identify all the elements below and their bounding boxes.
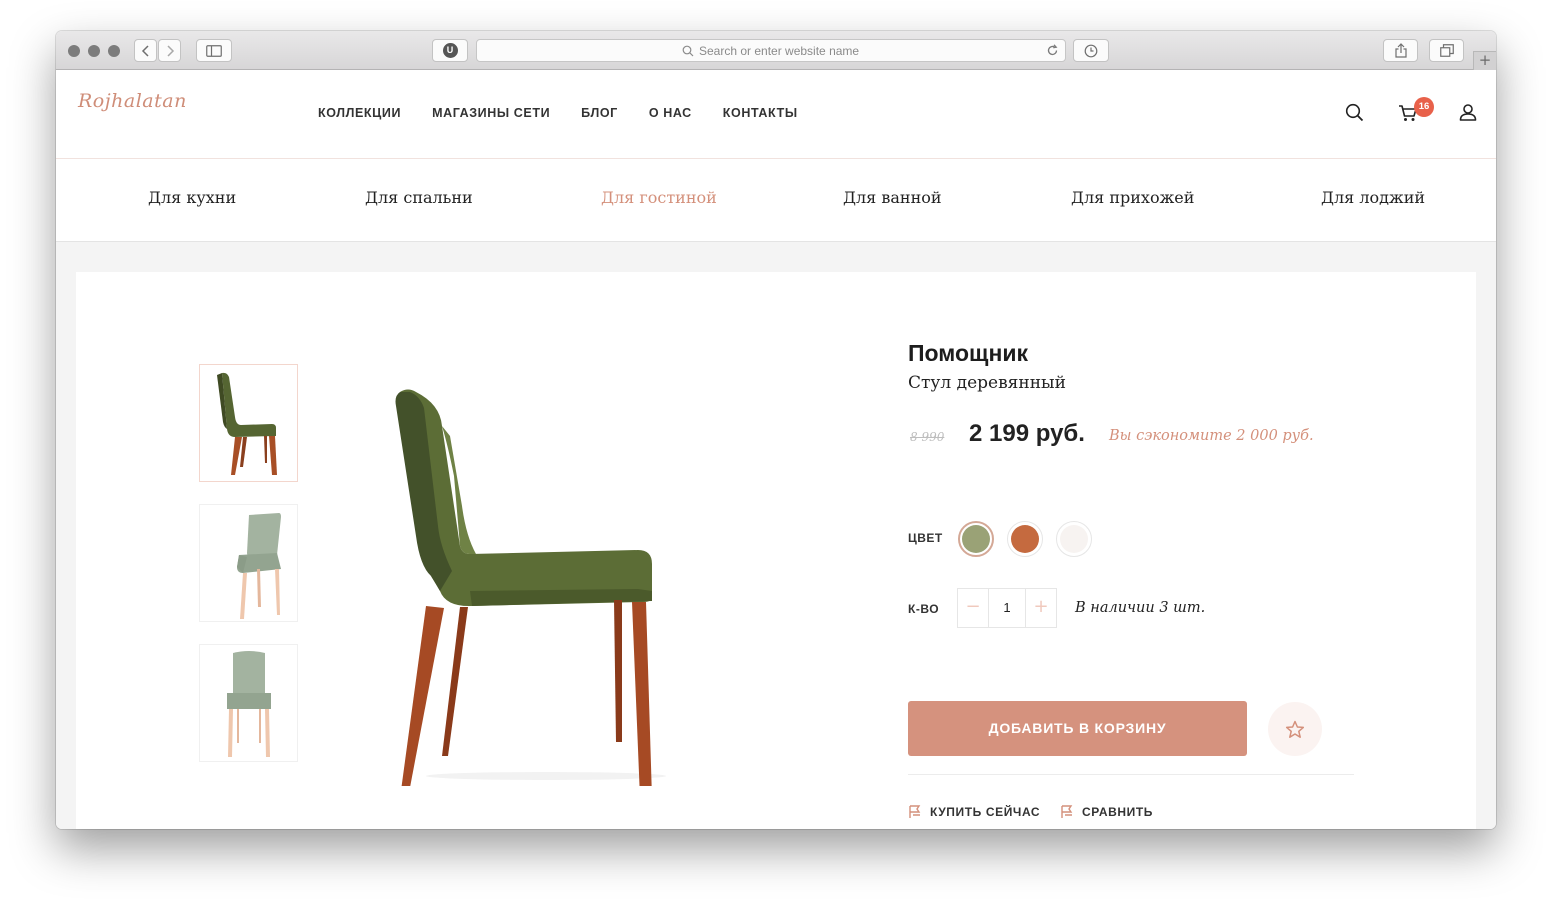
buy-now-label: КУПИТЬ СЕЙЧАС — [930, 805, 1041, 819]
product-main-image — [395, 389, 666, 786]
zoom-window-button[interactable] — [108, 45, 120, 57]
color-label: ЦВЕТ — [908, 531, 943, 545]
compare-link[interactable]: СРАВНИТЬ — [1060, 805, 1153, 819]
share-button[interactable] — [1383, 39, 1418, 62]
nav-collections[interactable]: КОЛЛЕКЦИИ — [318, 106, 401, 120]
quantity-value[interactable]: 1 — [988, 589, 1026, 627]
product-thumbnail-3[interactable] — [199, 644, 298, 762]
color-dot — [1011, 525, 1039, 553]
product-title: Помощник — [908, 340, 1028, 366]
star-icon — [1285, 720, 1305, 738]
color-swatch-olive[interactable] — [958, 521, 994, 557]
address-placeholder: Search or enter website name — [699, 44, 860, 58]
browser-window: U Search or enter website name + Rojhala… — [56, 31, 1496, 829]
product-thumbnail-1[interactable] — [199, 364, 298, 482]
close-window-button[interactable] — [68, 45, 80, 57]
nav-stores[interactable]: МАГАЗИНЫ СЕТИ — [432, 106, 550, 120]
stock-status: В наличии 3 шт. — [1075, 600, 1206, 616]
flag-icon — [909, 805, 921, 818]
category-bedroom[interactable]: Для спальни — [365, 188, 473, 207]
category-loggia[interactable]: Для лоджий — [1321, 188, 1425, 207]
color-swatch-terracotta[interactable] — [1007, 521, 1043, 557]
category-bathroom[interactable]: Для ванной — [843, 188, 942, 207]
search-icon[interactable] — [1345, 103, 1364, 122]
product-subtitle: Стул деревянный — [908, 373, 1066, 393]
main-nav: КОЛЛЕКЦИИ МАГАЗИНЫ СЕТИ БЛОГ О НАС КОНТА… — [318, 106, 829, 120]
favorite-button[interactable] — [1268, 702, 1322, 756]
tabs-overview-button[interactable] — [1429, 39, 1464, 62]
extension-button[interactable]: U — [432, 39, 468, 62]
category-kitchen[interactable]: Для кухни — [148, 188, 236, 207]
nav-blog[interactable]: БЛОГ — [581, 106, 618, 120]
search-icon — [682, 45, 694, 57]
user-icon[interactable] — [1459, 104, 1477, 121]
savings-text: Вы сэкономите 2 000 руб. — [1109, 428, 1314, 444]
old-price: 8 990 — [910, 430, 945, 444]
share-icon — [1394, 43, 1407, 58]
category-bar: Для кухни Для спальни Для гостиной Для в… — [56, 160, 1496, 242]
nav-contacts[interactable]: КОНТАКТЫ — [723, 106, 798, 120]
new-tab-button[interactable]: + — [1473, 51, 1496, 70]
quantity-stepper: − 1 + — [957, 588, 1057, 628]
compare-label: СРАВНИТЬ — [1082, 805, 1153, 819]
color-swatch-ivory[interactable] — [1056, 521, 1092, 557]
color-dot — [1060, 525, 1088, 553]
quantity-increase-button[interactable]: + — [1026, 589, 1056, 627]
tabs-icon — [1439, 44, 1454, 57]
history-button[interactable] — [1073, 39, 1109, 62]
divider — [908, 774, 1354, 775]
reload-icon[interactable] — [1046, 44, 1059, 57]
sidebar-icon — [206, 44, 222, 57]
clock-icon — [1084, 44, 1098, 57]
add-to-cart-button[interactable]: ДОБАВИТЬ В КОРЗИНУ — [908, 701, 1247, 756]
minimize-window-button[interactable] — [88, 45, 100, 57]
nav-about[interactable]: О НАС — [649, 106, 692, 120]
extension-icon: U — [442, 43, 458, 58]
chair-green-side-image — [216, 372, 277, 475]
category-hallway[interactable]: Для прихожей — [1071, 188, 1194, 207]
category-living-room[interactable]: Для гостиной — [601, 188, 717, 207]
back-button[interactable] — [134, 39, 157, 62]
sidebar-toggle-button[interactable] — [196, 39, 232, 62]
color-dot — [962, 525, 990, 553]
forward-button[interactable] — [158, 39, 181, 62]
quantity-label: К-ВО — [908, 602, 940, 616]
browser-toolbar: U Search or enter website name + — [56, 31, 1496, 70]
compare-icon — [1061, 805, 1073, 818]
buy-now-link[interactable]: КУПИТЬ СЕЙЧАС — [908, 805, 1040, 819]
quantity-decrease-button[interactable]: − — [958, 589, 988, 627]
chevron-right-icon — [166, 44, 174, 57]
site-header: Rojhalatan КОЛЛЕКЦИИ МАГАЗИНЫ СЕТИ БЛОГ … — [56, 70, 1496, 159]
current-price: 2 199 руб. — [969, 420, 1085, 447]
chair-sage-angle-image — [236, 513, 281, 619]
chevron-left-icon — [141, 44, 149, 57]
cart-count-badge: 16 — [1414, 97, 1434, 117]
site-logo[interactable]: Rojhalatan — [78, 90, 187, 112]
address-bar[interactable]: Search or enter website name — [476, 39, 1066, 62]
product-thumbnail-2[interactable] — [199, 504, 298, 622]
chair-sage-front-image — [226, 651, 271, 757]
